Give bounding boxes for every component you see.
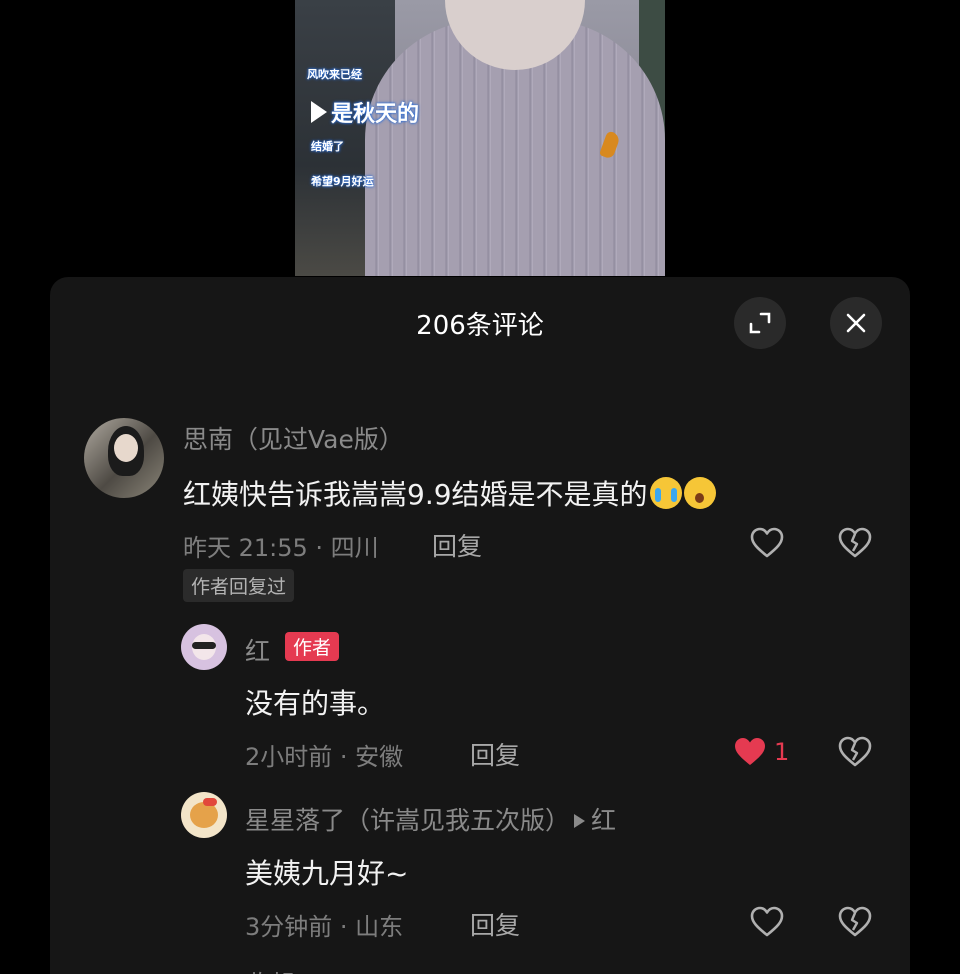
like-button[interactable] — [747, 902, 787, 942]
heart-filled-icon — [735, 738, 765, 765]
video-caption-2-text: 是秋天的 — [331, 102, 420, 127]
heart-icon — [750, 527, 784, 558]
astonished-emoji-icon — [683, 477, 716, 509]
comment-username[interactable]: 思南（见过Vae版） — [183, 420, 404, 456]
avatar[interactable] — [181, 624, 227, 670]
dislike-button[interactable] — [835, 523, 875, 563]
comment-text: 红姨快告诉我嵩嵩9.9结婚是不是真的 — [183, 473, 716, 513]
reply-username: 星星落了（许嵩见我五次版） 红 — [245, 801, 616, 837]
expand-icon — [749, 312, 771, 334]
author-badge: 作者 — [285, 632, 340, 661]
reply-time-location: 3分钟前 · 山东 — [245, 913, 404, 941]
close-button[interactable] — [830, 297, 882, 349]
video-caption-1: 风吹来已经 — [307, 68, 362, 81]
reply-to-username[interactable]: 红 — [591, 806, 616, 835]
close-icon — [846, 313, 866, 333]
reply-button[interactable]: 回复 — [470, 906, 520, 942]
video-caption-2: 是秋天的 — [311, 96, 419, 128]
video-thumbnail[interactable]: 风吹来已经 是秋天的 结婚了 希望9月好运 — [295, 0, 665, 276]
reply-button[interactable]: 回复 — [432, 527, 482, 563]
expand-button[interactable] — [734, 297, 786, 349]
comment-time-location: 昨天 21:55 · 四川 — [183, 534, 379, 562]
comment-panel: 206条评论 思南（见过Vae版） 红姨快告诉我嵩嵩9.9结婚是不是真的 昨天 … — [50, 277, 910, 974]
dislike-button[interactable] — [835, 732, 875, 772]
reply-text: 没有的事。 — [245, 687, 386, 720]
play-icon — [311, 101, 327, 123]
like-count: 1 — [774, 738, 790, 766]
avatar-glasses — [192, 642, 216, 649]
reply-text: 美姨九月好~ — [245, 857, 409, 890]
like-button[interactable] — [747, 523, 787, 563]
like-button[interactable] — [730, 732, 770, 772]
avatar[interactable] — [181, 792, 227, 838]
broken-heart-icon — [838, 527, 872, 558]
broken-heart-icon — [838, 736, 872, 767]
reply-username-text[interactable]: 星星落了（许嵩见我五次版） — [245, 806, 570, 835]
comment-text-content: 红姨快告诉我嵩嵩9.9结婚是不是真的 — [183, 478, 648, 511]
screen: 风吹来已经 是秋天的 结婚了 希望9月好运 206条评论 思南（见过Vae版） … — [0, 0, 960, 974]
dislike-button[interactable] — [835, 902, 875, 942]
reply-time-location: 2小时前 · 安徽 — [245, 743, 404, 771]
avatar-face — [114, 434, 138, 462]
reply-arrow-icon — [574, 814, 586, 828]
reply-button[interactable]: 回复 — [470, 736, 520, 772]
avatar[interactable] — [84, 418, 164, 498]
broken-heart-icon — [838, 906, 872, 937]
video-caption-3: 结婚了 — [311, 140, 344, 153]
reply-username[interactable]: 红 — [245, 632, 270, 668]
video-caption-4: 希望9月好运 — [311, 175, 374, 188]
crying-emoji-icon — [649, 477, 682, 509]
collapse-replies-button[interactable]: 收起 — [245, 965, 295, 974]
author-replied-tag: 作者回复过 — [183, 569, 295, 602]
avatar-bow — [203, 798, 217, 806]
heart-icon — [750, 906, 784, 937]
